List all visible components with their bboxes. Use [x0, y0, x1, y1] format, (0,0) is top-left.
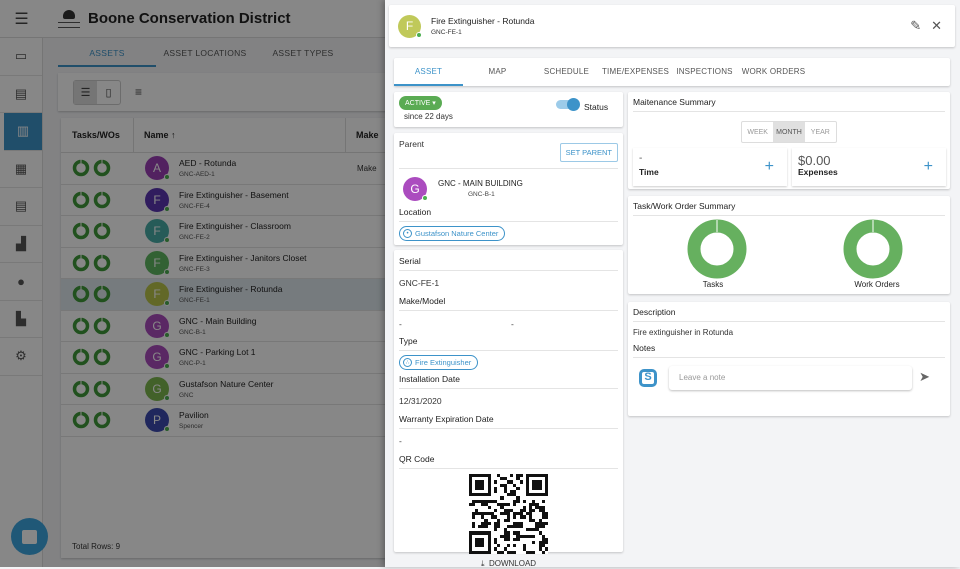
parent-asset[interactable]: G GNC - MAIN BUILDING GNC-B-1: [399, 168, 618, 201]
edit-pencil-icon[interactable]: ✎: [910, 18, 921, 34]
set-parent-button[interactable]: SET PARENT: [559, 143, 618, 162]
installation-date-value: 12/31/2020: [399, 396, 442, 406]
parent-avatar: G: [403, 177, 428, 201]
serial-value: GNC-FE-1: [399, 278, 440, 288]
summary-donuts: [687, 219, 903, 279]
make-model-label: Make/Model: [399, 296, 618, 311]
status-since: since 22 days: [404, 112, 453, 121]
download-label: DOWNLOAD: [488, 558, 537, 568]
status-dropdown[interactable]: ACTIVE ▾: [399, 96, 442, 110]
close-icon[interactable]: ✕: [931, 18, 942, 34]
add-expense-icon[interactable]: +: [924, 158, 933, 176]
notes-label: Notes: [633, 343, 945, 358]
period-selector: WEEK MONTH YEAR: [741, 121, 837, 143]
serial-label: Serial: [399, 256, 618, 271]
download-button[interactable]: ⤓ DOWNLOAD: [399, 559, 618, 569]
make-value: -: [399, 319, 402, 329]
location-chip[interactable]: • Gustafson Nature Center: [399, 226, 506, 241]
user-logo-icon: S: [639, 369, 657, 387]
installation-date-label: Installation Date: [399, 374, 618, 389]
details-card: Serial GNC-FE-1 Make/Model - - Type ∴ Fire…: [394, 250, 623, 568]
status-dot: [422, 195, 428, 201]
qr-code-label: QR Code: [399, 454, 618, 469]
status-dot: [416, 31, 422, 38]
status-toggle[interactable]: [556, 98, 580, 111]
asset-code: GNC-FE-1: [431, 29, 462, 36]
location-pin-icon: •: [403, 229, 412, 238]
type-chip[interactable]: ∴ Fire Extinguisher: [399, 355, 479, 370]
description-card: Description Fire extinguisher in Rotunda…: [628, 302, 950, 416]
description-text: Fire extinguisher in Rotunda: [633, 328, 734, 337]
warranty-value: -: [399, 436, 402, 446]
tab-map[interactable]: MAP: [463, 58, 532, 86]
avatar-initial: F: [405, 19, 414, 33]
tab-inspections[interactable]: INSPECTIONS: [670, 58, 739, 86]
asset-detail-drawer: F Fire Extinguisher - Rotunda GNC-FE-1 ✎ ✕…: [385, 0, 960, 568]
expenses-value: $0.00: [798, 153, 831, 168]
time-box: - Time +: [633, 148, 787, 186]
warranty-label: Warranty Expiration Date: [399, 414, 618, 429]
detail-tabs: ASSET MAP SCHEDULE TIME/EXPENSES INSPECT…: [394, 58, 950, 86]
parent-code: GNC-B-1: [468, 191, 495, 198]
parent-name: GNC - MAIN BUILDING: [438, 179, 523, 188]
period-month[interactable]: MONTH: [773, 122, 805, 142]
avatar: F: [398, 14, 422, 38]
send-icon[interactable]: ➤: [919, 369, 930, 385]
time-value: -: [639, 153, 643, 164]
type-label: Type: [399, 336, 618, 351]
time-label: Time: [639, 167, 659, 177]
work-orders-label: Work Orders: [854, 280, 900, 289]
asset-title: Fire Extinguisher - Rotunda: [431, 16, 535, 26]
period-year[interactable]: YEAR: [805, 122, 836, 142]
location-value: Gustafson Nature Center: [415, 229, 499, 238]
tasks-donut: [687, 219, 747, 279]
download-icon: ⤓: [480, 558, 485, 568]
maintenance-summary-card: Maitenance Summary WEEK MONTH YEAR - Time…: [628, 92, 950, 189]
location-label: Location: [399, 207, 618, 222]
asset-type-icon: ∴: [403, 358, 412, 367]
type-value: Fire Extinguisher: [415, 358, 472, 367]
task-wo-summary-card: Task/Work Order Summary Tasks Work Order…: [628, 196, 950, 294]
work-orders-donut: [843, 219, 903, 279]
note-input[interactable]: Leave a note: [669, 366, 912, 390]
period-week[interactable]: WEEK: [742, 122, 773, 142]
parent-card: Parent SET PARENT G GNC - MAIN BUILDING G…: [394, 133, 623, 245]
expenses-label: Expenses: [798, 167, 838, 177]
tab-work-orders[interactable]: WORK ORDERS: [739, 58, 808, 86]
modal-backdrop[interactable]: [0, 0, 385, 567]
maintenance-title: Maitenance Summary: [633, 97, 945, 112]
tab-asset[interactable]: ASSET: [394, 58, 463, 86]
summary-title: Task/Work Order Summary: [633, 201, 945, 216]
parent-avatar-initial: G: [410, 182, 420, 196]
description-label: Description: [633, 307, 945, 322]
status-card: ACTIVE ▾ since 22 days Status: [394, 92, 623, 127]
status-value: ACTIVE: [405, 100, 431, 107]
tab-schedule[interactable]: SCHEDULE: [532, 58, 601, 86]
tasks-label: Tasks: [702, 280, 724, 289]
status-toggle-label: Status: [584, 102, 609, 112]
model-value: -: [511, 319, 514, 329]
drawer-header: F Fire Extinguisher - Rotunda GNC-FE-1 ✎ ✕: [389, 5, 955, 47]
tab-time-expenses[interactable]: TIME/EXPENSES: [601, 58, 670, 86]
expenses-box: $0.00 Expenses +: [792, 148, 946, 186]
qr-code: [468, 474, 549, 554]
add-time-icon[interactable]: +: [765, 158, 774, 176]
